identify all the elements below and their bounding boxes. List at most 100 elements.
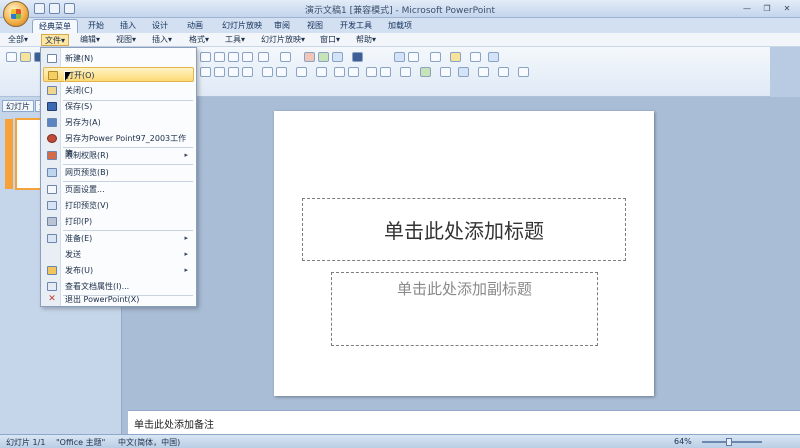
menu-view[interactable]: 视图▾: [113, 34, 139, 46]
menu-file[interactable]: 文件▾: [41, 34, 70, 46]
minimize-button[interactable]: —: [738, 2, 756, 15]
tab-classic-menu[interactable]: 经典菜单: [32, 19, 78, 33]
window-controls: — ❐ ✕: [738, 2, 796, 15]
text-direction-icon[interactable]: [400, 67, 411, 77]
notes-pane[interactable]: 单击此处添加备注: [128, 410, 800, 434]
menu-item-label: 发布(U): [65, 266, 94, 275]
slide[interactable]: 单击此处添加标题 单击此处添加副标题: [274, 111, 654, 396]
picture-icon[interactable]: [332, 52, 343, 62]
tab-slideshow[interactable]: 幻灯片放映: [216, 19, 268, 33]
text-box-icon[interactable]: [408, 52, 419, 62]
outdent-icon[interactable]: [276, 67, 287, 77]
arrange-icon[interactable]: [518, 67, 529, 77]
menu-window[interactable]: 窗口▾: [317, 34, 343, 46]
italic-icon[interactable]: [380, 67, 391, 77]
justify-icon[interactable]: [242, 67, 253, 77]
slide-selection-marker: [5, 119, 13, 189]
menu-item-prepare[interactable]: 准备(E) ▸: [43, 231, 194, 246]
align-center-icon[interactable]: [214, 67, 225, 77]
menu-item-save-as[interactable]: 另存为(A): [43, 115, 194, 130]
menu-format[interactable]: 格式▾: [186, 34, 212, 46]
chart-icon[interactable]: [304, 52, 315, 62]
title-bar: 演示文稿1 [兼容模式] - Microsoft PowerPoint — ❐ …: [0, 0, 800, 27]
menu-tools[interactable]: 工具▾: [222, 34, 248, 46]
office-button[interactable]: [3, 1, 29, 27]
menu-item-label: 页面设置...: [65, 185, 105, 194]
zoom-level[interactable]: 64%: [674, 437, 692, 446]
menu-item-page-setup[interactable]: 页面设置...: [43, 182, 194, 197]
line-spacing-icon[interactable]: [316, 67, 327, 77]
copy-icon[interactable]: [228, 52, 239, 62]
shape-fill-icon[interactable]: [458, 67, 469, 77]
line-style-icon[interactable]: [498, 67, 509, 77]
menu-item-label: 退出 PowerPoint(X): [65, 295, 140, 304]
menu-help[interactable]: 帮助▾: [353, 34, 379, 46]
menu-item-publish[interactable]: 发布(U) ▸: [43, 263, 194, 278]
font-grow-icon[interactable]: [334, 67, 345, 77]
menu-item-new[interactable]: 新建(N): [43, 51, 194, 66]
tab-developer[interactable]: 开发工具: [334, 19, 378, 33]
menu-item-close[interactable]: 关闭(C): [43, 83, 194, 98]
classic-menubar: 全部▾ 文件▾ 编辑▾ 视图▾ 插入▾ 格式▾ 工具▾ 幻灯片放映▾ 窗口▾ 帮…: [0, 33, 800, 47]
title-placeholder[interactable]: 单击此处添加标题: [302, 198, 626, 261]
font-shrink-icon[interactable]: [348, 67, 359, 77]
menu-item-restrict-permission[interactable]: 限制权限(R) ▸: [43, 148, 194, 163]
menu-item-print[interactable]: 打印(P): [43, 214, 194, 229]
prepare-icon: [47, 234, 57, 243]
shadow-icon[interactable]: [440, 67, 451, 77]
align-left-icon[interactable]: [200, 67, 211, 77]
menu-item-send[interactable]: 发送 ▸: [43, 247, 194, 262]
shape-outline-icon[interactable]: [478, 67, 489, 77]
zoom-slider[interactable]: [702, 441, 762, 443]
tab-design[interactable]: 设计: [146, 19, 174, 33]
status-bar: 幻灯片 1/1 "Office 主题" 中文(简体，中国) 64%: [0, 434, 800, 448]
menu-edit[interactable]: 编辑▾: [77, 34, 103, 46]
exit-icon: ✕: [48, 294, 56, 304]
format-painter-icon[interactable]: [200, 52, 211, 62]
properties-icon: [47, 282, 57, 291]
tab-slides[interactable]: 幻灯片: [2, 100, 34, 112]
submenu-arrow-icon: ▸: [184, 234, 188, 242]
menu-insert[interactable]: 插入▾: [149, 34, 175, 46]
menu-slideshow[interactable]: 幻灯片放映▾: [258, 34, 308, 46]
folder-icon[interactable]: [450, 52, 461, 62]
table-icon[interactable]: [318, 52, 329, 62]
new-icon[interactable]: [6, 52, 17, 62]
menu-item-print-preview[interactable]: 打印预览(V): [43, 198, 194, 213]
bullets-icon[interactable]: [296, 67, 307, 77]
open-icon[interactable]: [20, 52, 31, 62]
restore-button[interactable]: ❐: [758, 2, 776, 15]
menu-item-save-97-2003[interactable]: 另存为Power Point97_2003工作簿: [43, 131, 194, 158]
indent-icon[interactable]: [262, 67, 273, 77]
menu-item-exit[interactable]: ✕ 退出 PowerPoint(X): [43, 292, 194, 307]
align-right-icon[interactable]: [228, 67, 239, 77]
subtitle-placeholder[interactable]: 单击此处添加副标题: [331, 272, 598, 346]
print-icon: [47, 217, 57, 226]
menu-all[interactable]: 全部▾: [5, 34, 31, 46]
close-button[interactable]: ✕: [778, 2, 796, 15]
menu-item-save[interactable]: 保存(S): [43, 99, 194, 114]
tab-view[interactable]: 视图: [301, 19, 329, 33]
tab-home[interactable]: 开始: [82, 19, 110, 33]
tab-animation[interactable]: 动画: [181, 19, 209, 33]
tab-addins[interactable]: 加载项: [382, 19, 418, 33]
menu-item-label: 打印(P): [65, 217, 93, 226]
menu-item-label: 打印预览(V): [65, 201, 109, 210]
cut-icon[interactable]: [214, 52, 225, 62]
zoom-icon[interactable]: [470, 52, 481, 62]
tab-review[interactable]: 审阅: [268, 19, 296, 33]
new-doc-icon: [47, 54, 57, 63]
menu-item-web-preview[interactable]: 网页预览(B): [43, 165, 194, 180]
save-as-icon: [47, 118, 57, 127]
redo-toolbar-icon[interactable]: [280, 52, 291, 62]
help-icon[interactable]: [488, 52, 499, 62]
bold-icon[interactable]: [366, 67, 377, 77]
fill-color-icon[interactable]: [352, 52, 363, 62]
tab-insert[interactable]: 插入: [114, 19, 142, 33]
paste-icon[interactable]: [242, 52, 253, 62]
font-color-icon[interactable]: [420, 67, 431, 77]
zoom-slider-thumb[interactable]: [726, 438, 732, 446]
shape-icon[interactable]: [430, 52, 441, 62]
undo-toolbar-icon[interactable]: [258, 52, 269, 62]
layout-icon[interactable]: [394, 52, 405, 62]
